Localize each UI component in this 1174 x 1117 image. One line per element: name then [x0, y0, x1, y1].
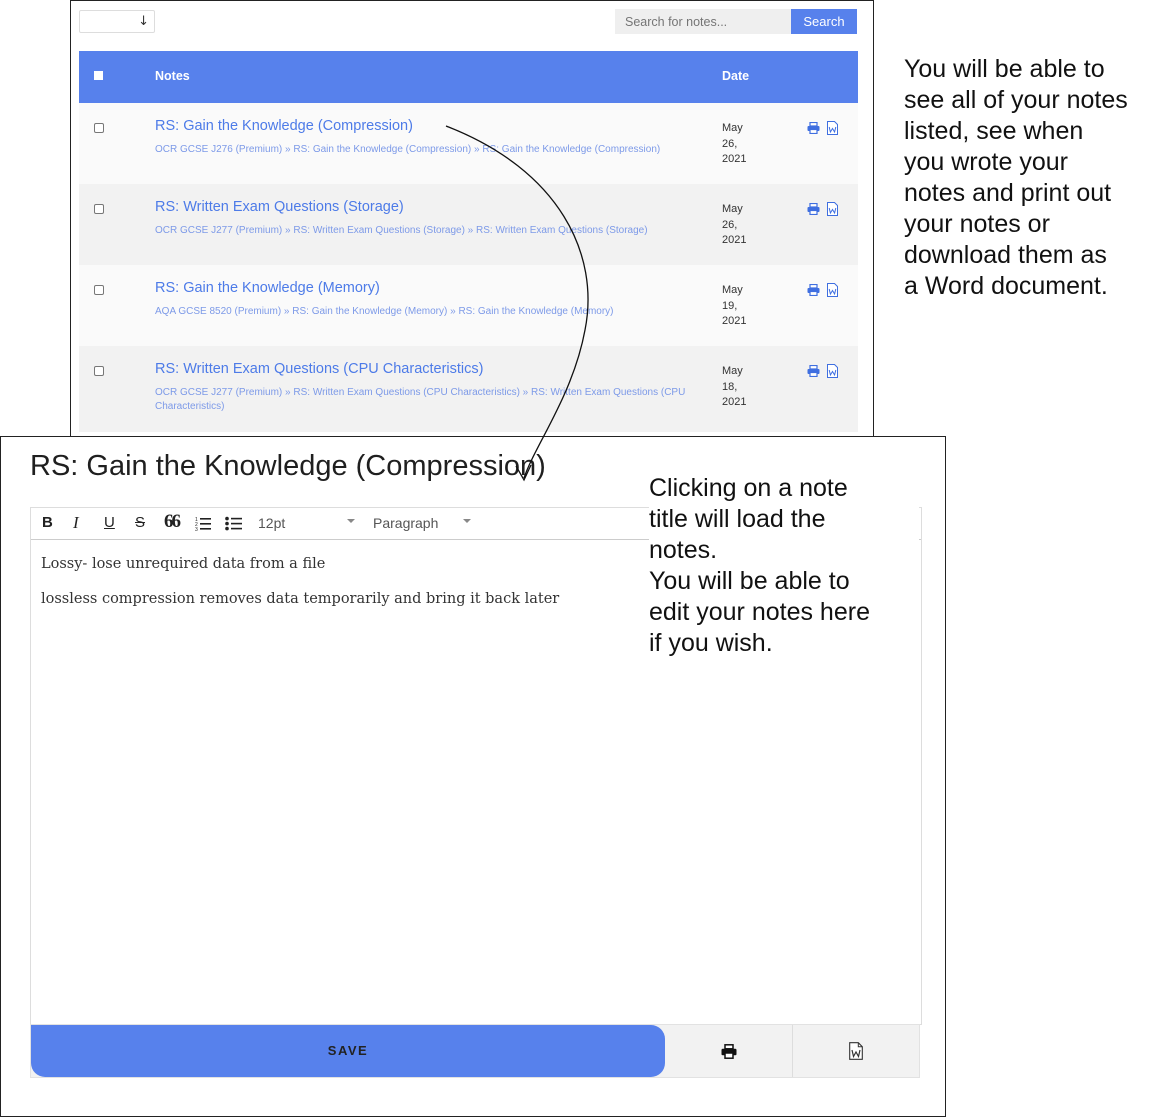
svg-text:3: 3: [195, 527, 198, 531]
bold-button[interactable]: B: [42, 514, 53, 531]
sort-arrow-icon: ↓: [138, 14, 149, 29]
notes-column-header: Notes: [155, 69, 190, 83]
note-title-link[interactable]: RS: Gain the Knowledge (Memory): [155, 280, 380, 296]
date-year: 2021: [722, 315, 747, 327]
date-month: May: [722, 284, 743, 296]
table-row: RS: Gain the Knowledge (Memory) AQA GCSE…: [79, 265, 858, 346]
date-month: May: [722, 122, 743, 134]
table-row: RS: Written Exam Questions (Storage) OCR…: [79, 184, 858, 265]
font-size-select[interactable]: 12pt: [258, 515, 285, 531]
note-editor-panel: RS: Gain the Knowledge (Compression) B I…: [0, 436, 946, 1117]
row-checkbox[interactable]: [94, 123, 104, 133]
sort-select[interactable]: ↓: [79, 10, 155, 33]
note-title-link[interactable]: RS: Gain the Knowledge (Compression): [155, 118, 413, 134]
print-icon[interactable]: [807, 203, 820, 215]
blockquote-button[interactable]: 66: [164, 511, 181, 533]
print-icon[interactable]: [807, 284, 820, 296]
note-breadcrumb: OCR GCSE J276 (Premium) » RS: Gain the K…: [155, 144, 661, 155]
word-document-icon[interactable]: [827, 283, 838, 297]
chevron-down-icon: [347, 519, 355, 523]
note-date: May 19, 2021: [722, 283, 762, 330]
note-title-link[interactable]: RS: Written Exam Questions (CPU Characte…: [155, 361, 483, 377]
content-paragraph: lossless compression removes data tempor…: [41, 591, 560, 607]
underline-button[interactable]: U: [104, 514, 115, 531]
row-checkbox[interactable]: [94, 366, 104, 376]
note-title: RS: Gain the Knowledge (Compression): [30, 450, 546, 482]
note-date: May 26, 2021: [722, 202, 762, 249]
strikethrough-button[interactable]: S: [135, 514, 145, 531]
date-year: 2021: [722, 396, 747, 408]
note-date: May 26, 2021: [722, 121, 762, 168]
word-document-icon[interactable]: [827, 202, 838, 216]
print-icon[interactable]: [807, 122, 820, 134]
date-year: 2021: [722, 153, 747, 165]
table-row: RS: Written Exam Questions (CPU Characte…: [79, 346, 858, 432]
save-button[interactable]: SAVE: [31, 1025, 665, 1077]
chevron-down-icon: [463, 519, 471, 523]
block-format-select[interactable]: Paragraph: [373, 515, 438, 531]
print-icon[interactable]: [807, 365, 820, 377]
search-input[interactable]: [615, 9, 791, 34]
note-breadcrumb: OCR GCSE J277 (Premium) » RS: Written Ex…: [155, 225, 648, 236]
word-document-icon[interactable]: [827, 364, 838, 378]
italic-button[interactable]: I: [73, 513, 79, 533]
date-day: 26,: [722, 137, 738, 150]
editor-explanation-caption: Clicking on a note title will load the n…: [649, 473, 919, 659]
note-title-link[interactable]: RS: Written Exam Questions (Storage): [155, 199, 404, 215]
print-icon: [721, 1044, 737, 1059]
search-button[interactable]: Search: [791, 9, 857, 34]
note-breadcrumb: OCR GCSE J277 (Premium) » RS: Written Ex…: [155, 387, 686, 412]
date-day: 18,: [722, 380, 738, 393]
note-breadcrumb: AQA GCSE 8520 (Premium) » RS: Gain the K…: [155, 306, 614, 317]
print-button[interactable]: [665, 1025, 792, 1077]
editor-content[interactable]: Lossy- lose unrequired data from a file …: [41, 556, 621, 626]
row-checkbox[interactable]: [94, 204, 104, 214]
numbered-list-icon[interactable]: 1 2 3: [195, 516, 212, 531]
date-day: 26,: [722, 218, 738, 231]
row-checkbox[interactable]: [94, 285, 104, 295]
word-document-icon: [849, 1042, 863, 1060]
date-month: May: [722, 203, 743, 215]
table-row: RS: Gain the Knowledge (Compression) OCR…: [79, 103, 858, 184]
date-column-header: Date: [722, 69, 750, 83]
notes-table-header: Notes Date: [79, 51, 858, 103]
word-document-icon[interactable]: [827, 121, 838, 135]
date-day: 19,: [722, 299, 738, 312]
date-month: May: [722, 365, 743, 377]
select-all-checkbox[interactable]: [94, 71, 103, 80]
note-date: May 18, 2021: [722, 364, 762, 411]
date-year: 2021: [722, 234, 747, 246]
content-paragraph: Lossy- lose unrequired data from a file: [41, 556, 326, 572]
download-word-button[interactable]: [792, 1025, 920, 1077]
bullet-list-icon[interactable]: [225, 516, 243, 531]
list-explanation-caption: You will be able to see all of your note…: [904, 55, 1128, 300]
notes-list-panel: ↓ Search Notes Date RS: Gain the Knowled…: [70, 0, 874, 440]
